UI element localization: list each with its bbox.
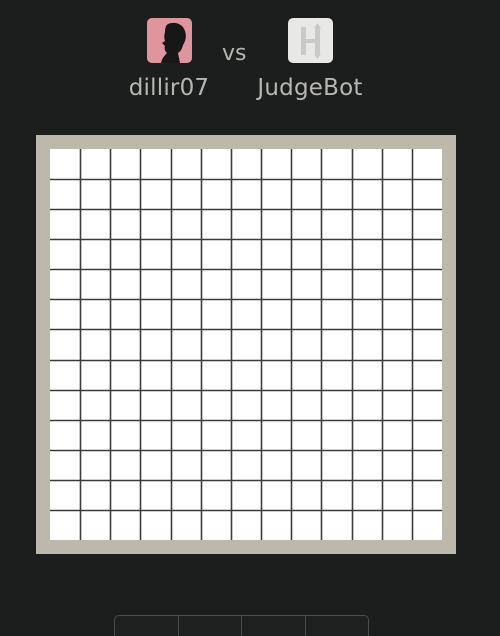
player-one-avatar	[146, 18, 192, 63]
player-two-name: JudgeBot	[257, 75, 363, 101]
player-one-name: dillir07	[128, 75, 210, 101]
game-board	[36, 135, 456, 554]
board-grid[interactable]	[50, 149, 442, 540]
player-one: dillir07	[126, 18, 212, 102]
versus-label: vs	[222, 41, 247, 66]
previous-move-button[interactable]	[179, 616, 242, 636]
next-move-button[interactable]	[242, 616, 306, 636]
first-move-button[interactable]	[115, 616, 179, 636]
person-silhouette-icon	[146, 18, 192, 63]
game-screen: dillir07 vs JudgeBot	[0, 0, 500, 636]
move-navigation-bar	[114, 615, 369, 636]
player-two: JudgeBot	[254, 18, 366, 102]
player-two-avatar	[287, 18, 333, 63]
h-logo-icon	[287, 18, 333, 63]
last-move-button[interactable]	[306, 616, 369, 636]
